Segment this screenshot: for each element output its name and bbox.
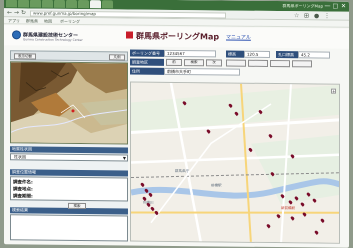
reload-icon[interactable]: ↻ (21, 9, 26, 16)
legend-button[interactable]: 凡例 (109, 54, 125, 61)
right-panel: ボーリング番号 1234567 標高 120.5 孔口標高 45.2 調査地区 … (130, 49, 340, 244)
bookmark-item[interactable]: 地図 (44, 19, 52, 25)
form-row-address: 住所 前橋市大手町 (130, 67, 340, 77)
browser-tab[interactable] (54, 0, 65, 8)
prev-button[interactable]: 前 (166, 58, 182, 67)
minimize-button[interactable]: — (324, 3, 331, 10)
browser-tab[interactable] (78, 0, 89, 9)
bookmark-item[interactable]: ボーリング (60, 19, 80, 25)
map-label: 新前橋駅 (281, 206, 295, 211)
extension-icon[interactable]: ⊞ (304, 12, 309, 19)
manual-link[interactable]: マニュアル (226, 34, 251, 41)
address-field[interactable]: 前橋市大手町 (164, 67, 240, 76)
option-button[interactable] (292, 60, 312, 68)
address-label: 住所 (130, 67, 164, 75)
left-panel: 表示切替 凡例 地質柱状図 柱状図 ▼ 調査位置情報 調査件名: 調査地点: 調… (10, 50, 128, 242)
browser-tab[interactable] (42, 0, 53, 8)
org-subtitle: Gunma Construction Technology Center (23, 37, 83, 43)
search-button[interactable]: 検索 (68, 202, 86, 210)
terrain-overview-map[interactable] (10, 61, 128, 145)
form-row-area: 調査地区 前 検索 次 (130, 58, 340, 68)
window-title: 群馬県ボーリングMap (282, 3, 323, 9)
form-row-boring: ボーリング番号 1234567 標高 120.5 孔口標高 45.2 (130, 49, 340, 59)
option-button[interactable] (270, 59, 290, 68)
bookmark-item[interactable]: アプリ (8, 18, 20, 24)
elevation-field[interactable]: 120.5 (244, 50, 270, 58)
info-box: 調査件名: 調査地点: 調査期間: (10, 176, 128, 202)
zoom-in-button[interactable]: + (331, 88, 336, 94)
area-label: 調査地区 (130, 58, 164, 66)
browser-tab[interactable] (102, 0, 113, 9)
browser-tab[interactable] (6, 0, 17, 8)
bookmark-item[interactable]: 群馬県 (26, 18, 38, 24)
close-button[interactable]: ✕ (340, 3, 347, 10)
boring-number-label: ボーリング番号 (130, 49, 164, 57)
menu-icon[interactable]: ⋮ (324, 13, 330, 20)
browser-tab[interactable] (18, 0, 29, 8)
search-results (10, 214, 128, 242)
collar-field[interactable]: 45.2 (298, 51, 330, 59)
left-toolbar: 表示切替 凡例 (10, 50, 128, 62)
browser-tab-active[interactable] (90, 0, 101, 9)
star-icon[interactable]: ☆ (294, 12, 299, 19)
page-header: 群馬県建設技術センター Gunma Construction Technolog… (4, 25, 349, 49)
browser-tab[interactable] (30, 0, 41, 8)
chevron-down-icon: ▼ (122, 155, 126, 161)
layer-select-value: 柱状図 (14, 154, 26, 160)
browser-tab[interactable] (66, 0, 77, 8)
info-header: 調査位置情報 (10, 169, 128, 177)
option-button[interactable] (248, 59, 268, 67)
map-label: 前橋駅 (211, 183, 222, 188)
info-row: 調査件名: (13, 180, 33, 186)
info-row: 調査期間: (13, 194, 33, 200)
boring-map[interactable]: 群馬県庁 前橋駅 利根川 新前橋駅 + (130, 81, 340, 244)
boring-number-field[interactable]: 1234567 (164, 49, 216, 58)
forward-icon[interactable]: → (14, 9, 19, 16)
page-title: 群馬県ボーリングMap (136, 31, 220, 42)
profile-icon[interactable]: ● (314, 12, 319, 19)
maximize-button[interactable]: □ (332, 3, 339, 10)
info-row: 調査地点: (13, 187, 33, 193)
layer-select[interactable]: 柱状図 ▼ (10, 153, 128, 162)
option-button[interactable] (226, 59, 246, 67)
select-header: 地質柱状図 (10, 146, 128, 154)
site-mark-icon (126, 31, 133, 39)
search-button-map[interactable]: 検索 (184, 59, 204, 67)
monitor-screen: 群馬県ボーリングMap — □ ✕ ← → ↻ www.pref.gunma.j… (4, 0, 349, 248)
back-icon[interactable]: ← (7, 9, 12, 16)
next-button[interactable]: 次 (206, 59, 222, 67)
photo-frame: 群馬県ボーリングMap — □ ✕ ← → ↻ www.pref.gunma.j… (0, 0, 353, 248)
collar-label: 孔口標高 (276, 51, 298, 59)
elevation-label: 標高 (226, 50, 244, 58)
org-logo-icon (12, 30, 21, 40)
map-label: 群馬県庁 (175, 168, 189, 174)
toggle-view-button[interactable]: 表示切替 (14, 53, 36, 60)
